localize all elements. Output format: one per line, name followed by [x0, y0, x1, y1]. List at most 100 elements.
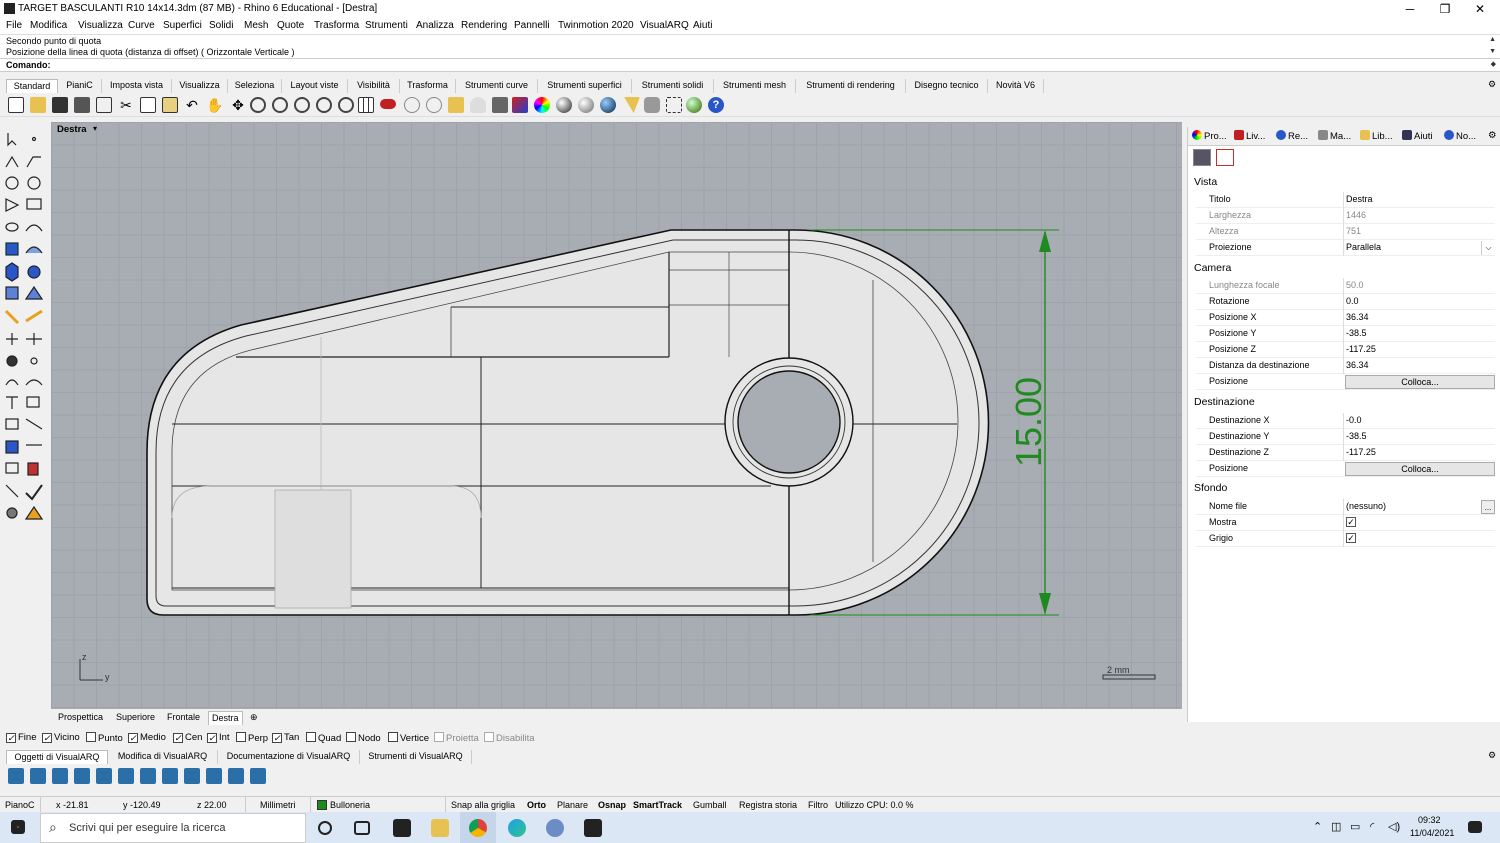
osnap-proietta[interactable]: Proietta	[434, 732, 479, 744]
tab-destra[interactable]: Destra	[208, 711, 243, 725]
osnap-nodo[interactable]: Nodo	[346, 732, 381, 744]
undo-icon[interactable]: ↶	[184, 97, 200, 113]
file-explorer-icon[interactable]	[431, 819, 449, 837]
browse-button[interactable]: ...	[1481, 500, 1495, 514]
smarttrack-toggle[interactable]: SmartTrack	[633, 800, 682, 810]
menu-solidi[interactable]: Solidi	[209, 20, 233, 31]
prop-value[interactable]: -117.25	[1346, 447, 1376, 457]
osnap-checkbox[interactable]	[388, 732, 398, 742]
column-icon[interactable]	[74, 768, 90, 784]
shaded-sphere-icon[interactable]	[556, 97, 572, 113]
viewport-destra[interactable]: Destra ▾ 15.00 z y 2 mm	[51, 122, 1182, 709]
zoom-selected-icon[interactable]	[316, 97, 332, 113]
tab-aiuti[interactable]: Aiuti	[1402, 130, 1432, 142]
layer-icon[interactable]	[512, 97, 528, 113]
notification-icon[interactable]	[1468, 821, 1482, 833]
wifi-icon[interactable]: ◜	[1370, 820, 1374, 833]
edge-icon[interactable]	[508, 819, 526, 837]
new-file-icon[interactable]	[8, 97, 24, 113]
prop-value[interactable]: -117.25	[1346, 344, 1376, 354]
save-icon[interactable]	[52, 97, 68, 113]
camera-icon[interactable]	[1193, 149, 1211, 166]
target-place-button[interactable]: Colloca...	[1345, 462, 1495, 476]
panel-gear-icon[interactable]: ⚙	[1488, 130, 1497, 141]
lightbulb-icon[interactable]	[470, 97, 486, 113]
tab-trasforma[interactable]: Trasforma	[400, 79, 456, 93]
osnap-quad[interactable]: Quad	[306, 732, 341, 744]
osnap-cen[interactable]: ✓ Cen	[173, 732, 202, 743]
close-button[interactable]: ✕	[1465, 1, 1495, 17]
tab-documentazione-visualarq[interactable]: Documentazione di VisualARQ	[218, 750, 360, 764]
projection-select[interactable]: Parallela	[1346, 242, 1381, 252]
tab-notifiche[interactable]: No...	[1444, 130, 1476, 142]
lock-icon[interactable]	[492, 97, 508, 113]
osnap-disabilita[interactable]: Disabilita	[484, 732, 535, 744]
tab-superiore[interactable]: Superiore	[113, 711, 158, 725]
battery-icon[interactable]: ▭	[1350, 820, 1360, 833]
osnap-checkbox[interactable]	[484, 732, 494, 742]
osnap-checkbox[interactable]: ✓	[272, 733, 282, 743]
osnap-checkbox[interactable]: ✓	[173, 733, 183, 743]
prop-value[interactable]: 0.0	[1346, 296, 1359, 306]
tab-visualizza[interactable]: Visualizza	[172, 79, 228, 93]
grigio-checkbox[interactable]: ✓	[1346, 533, 1356, 543]
tab-materiali[interactable]: Ma...	[1318, 130, 1351, 142]
color-wheel-icon[interactable]	[534, 97, 550, 113]
prop-value[interactable]: (nessuno)	[1346, 501, 1386, 511]
osnap-vertice[interactable]: Vertice	[388, 732, 429, 744]
tab-visibilita[interactable]: Visibilità	[348, 79, 400, 93]
dimension-value[interactable]: 15.00	[1008, 377, 1049, 467]
menu-mesh[interactable]: Mesh	[244, 20, 268, 31]
zoom-extents-icon[interactable]	[294, 97, 310, 113]
maximize-button[interactable]: ❐	[1430, 1, 1460, 17]
tab-strumenti-rendering[interactable]: Strumenti di rendering	[796, 79, 906, 93]
help-icon[interactable]: ?	[708, 97, 724, 113]
tab-disegno-tecnico[interactable]: Disegno tecnico	[906, 79, 988, 93]
tab-imposta-vista[interactable]: Imposta vista	[102, 79, 172, 93]
wall-icon[interactable]	[8, 768, 24, 784]
task-view-icon[interactable]	[354, 821, 370, 835]
filter-toggle[interactable]: Filtro	[808, 800, 828, 810]
prop-value[interactable]: -38.5	[1346, 328, 1367, 338]
zoom-window-icon[interactable]	[272, 97, 288, 113]
tray-chevron-icon[interactable]: ⌃	[1313, 820, 1322, 833]
prop-value[interactable]: 36.34	[1346, 312, 1369, 322]
slab-icon[interactable]	[206, 768, 222, 784]
status-layer[interactable]: Bulloneria	[330, 800, 370, 810]
mostra-checkbox[interactable]: ✓	[1346, 517, 1356, 527]
snap-grid-toggle[interactable]: Snap alla griglia	[451, 800, 515, 810]
menu-analizza[interactable]: Analizza	[416, 20, 454, 31]
tab-render[interactable]: Re...	[1276, 130, 1308, 142]
menu-pannelli[interactable]: Pannelli	[514, 20, 550, 31]
clock-date[interactable]: 11/04/2021	[1410, 828, 1454, 838]
osnap-checkbox[interactable]: ✓	[42, 733, 52, 743]
tab-prospettica[interactable]: Prospettica	[55, 711, 106, 725]
tab-strumenti-superfici[interactable]: Strumenti superfici	[538, 79, 632, 93]
menu-file[interactable]: File	[6, 20, 22, 31]
gumball-toggle[interactable]: Gumball	[693, 800, 727, 810]
menu-trasforma[interactable]: Trasforma	[314, 20, 359, 31]
tab-librerie[interactable]: Lib...	[1360, 130, 1393, 142]
select-icon[interactable]	[426, 97, 442, 113]
car-icon[interactable]	[380, 99, 396, 109]
menu-curve[interactable]: Curve	[128, 20, 155, 31]
move-view-icon[interactable]: ✥	[230, 97, 246, 113]
door-icon[interactable]	[96, 768, 112, 784]
status-plane[interactable]: PianoC	[5, 800, 35, 810]
prop-value[interactable]: 36.34	[1346, 360, 1369, 370]
rendered-sphere-icon[interactable]	[578, 97, 594, 113]
circle-dot-icon[interactable]	[404, 97, 420, 113]
osnap-fine[interactable]: ✓ Fine	[6, 732, 36, 743]
left-tool-icons[interactable]	[0, 123, 50, 523]
osnap-checkbox[interactable]: ✓	[6, 733, 16, 743]
tray-app-icon[interactable]: ◫	[1331, 820, 1341, 833]
curtain-wall-icon[interactable]	[30, 768, 46, 784]
osnap-medio[interactable]: ✓ Medio	[128, 732, 166, 743]
prop-value[interactable]: -0.0	[1346, 415, 1362, 425]
osnap-checkbox[interactable]	[346, 732, 356, 742]
clock-time[interactable]: 09:32	[1418, 815, 1441, 825]
rhino6-taskbar-icon[interactable]	[584, 819, 602, 837]
osnap-checkbox[interactable]: ✓	[128, 733, 138, 743]
rhino-taskbar-icon[interactable]	[546, 819, 564, 837]
osnap-checkbox[interactable]	[236, 732, 246, 742]
